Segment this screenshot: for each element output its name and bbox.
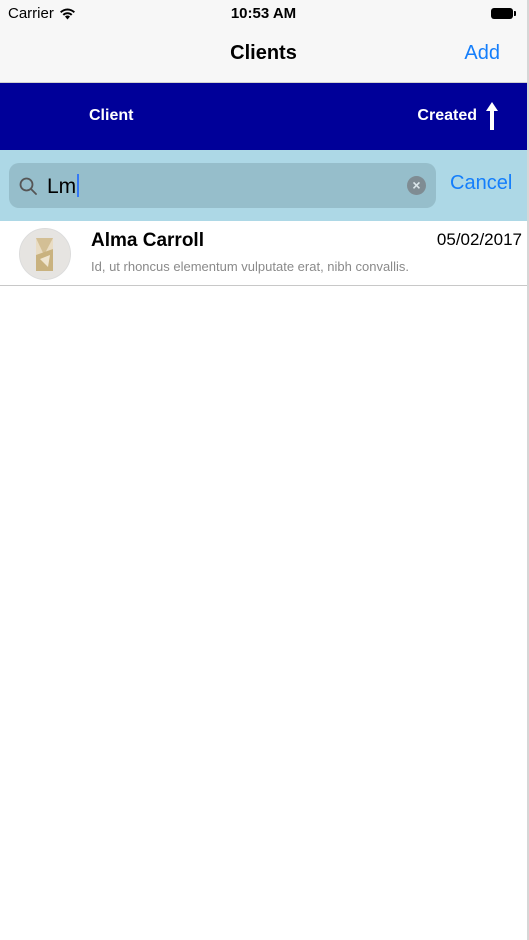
page-title: Clients [230,42,297,64]
client-row[interactable]: Alma Carroll 05/02/2017 Id, ut rhoncus e… [0,221,527,286]
sort-header: Client Created [0,83,527,150]
arrow-up-icon[interactable] [485,101,499,131]
search-input[interactable]: Lm × [9,163,436,208]
created-date: 05/02/2017 [436,230,522,249]
clear-icon[interactable]: × [407,176,426,195]
clock: 10:53 AM [230,5,297,22]
sort-by-client-button[interactable]: Client [89,107,133,125]
avatar [19,228,71,280]
client-name: Alma Carroll [91,230,204,251]
client-photo-icon [20,229,70,279]
search-query: Lm [47,174,80,199]
status-bar: Carrier 10:53 AM [0,0,527,28]
search-icon [19,177,37,195]
search-bar: Lm × Cancel [0,150,527,221]
battery-icon [491,8,516,19]
client-description: Id, ut rhoncus elementum vulputate erat,… [91,259,409,274]
cancel-button[interactable]: Cancel [450,172,512,195]
navigation-bar: Clients Add [0,28,527,83]
sort-by-created-button[interactable]: Created [417,107,477,125]
text-caret [77,174,80,197]
add-button[interactable]: Add [464,42,500,65]
